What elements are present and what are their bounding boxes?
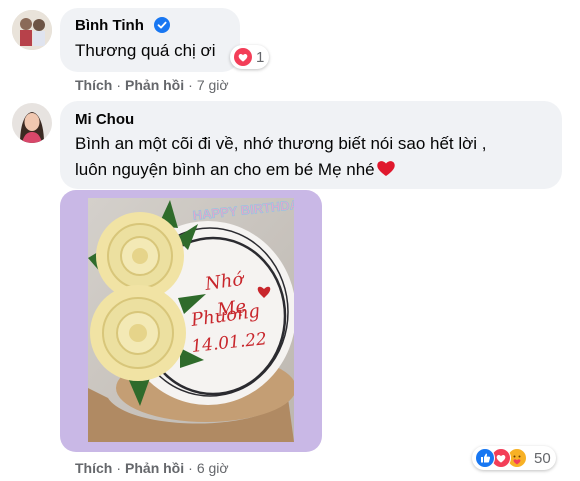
separator-dot: ·: [188, 77, 193, 93]
reaction-count: 1: [256, 48, 265, 66]
reply-button[interactable]: Phản hồi: [125, 77, 184, 93]
separator-dot: ·: [116, 460, 122, 476]
separator-dot: ·: [116, 77, 122, 93]
reaction-summary[interactable]: 1: [230, 45, 270, 69]
comment-author[interactable]: Mi Chou: [75, 111, 134, 128]
reply-button[interactable]: Phản hồi: [125, 460, 184, 476]
like-button[interactable]: Thích: [75, 460, 112, 476]
reaction-count: 50: [534, 449, 551, 467]
comment-actions: Thích · Phản hồi · 6 giờ: [75, 460, 229, 476]
red-heart-emoji-icon: [376, 161, 395, 176]
comment-text-line-1: Bình an một cõi đi về, nhớ thương biết n…: [75, 134, 487, 153]
love-reaction-icon: [234, 48, 252, 66]
cake-image: HAPPY BIRTHDAY Nhớ Mẹ Phương 14.01.22: [88, 198, 294, 442]
cake-photo[interactable]: HAPPY BIRTHDAY Nhớ Mẹ Phương 14.01.22: [88, 198, 294, 442]
comment-timestamp[interactable]: 7 giờ: [197, 77, 229, 93]
comment-text-line-2-content: luôn nguyện bình an cho em bé Mẹ nhé: [75, 160, 375, 179]
comment-text-line-2: luôn nguyện bình an cho em bé Mẹ nhé: [75, 157, 396, 183]
avatar[interactable]: [12, 10, 52, 50]
separator-dot: ·: [188, 460, 193, 476]
comment-author[interactable]: Bình Tinh: [75, 17, 144, 34]
like-reaction-icon: [475, 448, 495, 468]
verified-badge-icon: [154, 17, 170, 33]
comment-text: Thương quá chị ơi: [75, 41, 216, 60]
comment-timestamp[interactable]: 6 giờ: [197, 460, 229, 476]
avatar[interactable]: [12, 103, 52, 143]
avatar-image: [12, 10, 52, 50]
reaction-summary[interactable]: 50: [472, 446, 556, 470]
comment-actions: Thích · Phản hồi · 7 giờ: [75, 77, 229, 93]
avatar-image: [12, 103, 52, 143]
like-button[interactable]: Thích: [75, 77, 112, 93]
